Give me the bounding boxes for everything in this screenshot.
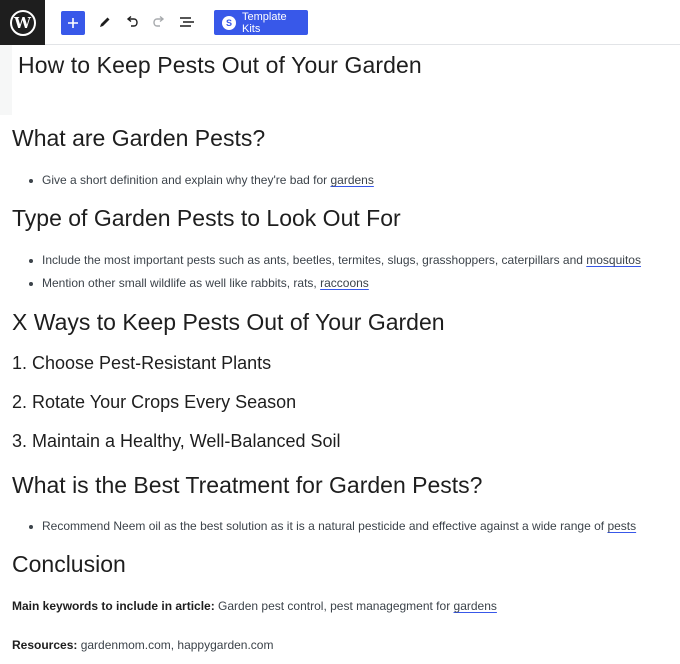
undo-button[interactable] — [121, 11, 143, 33]
list-item-text: Recommend Neem oil as the best solution … — [42, 519, 608, 533]
plus-icon — [68, 18, 78, 28]
wordpress-icon: W — [9, 9, 36, 36]
keywords-text: Garden pest control, pest managegment fo… — [214, 599, 454, 613]
resources-label: Resources: — [12, 638, 78, 652]
resources-text: gardenmom.com, happygarden.com — [77, 638, 274, 652]
bullet-list-pests: Include the most important pests such as… — [26, 249, 641, 295]
list-item-text: Include the most important pests such as… — [42, 253, 587, 267]
subheading-rotate-crops[interactable]: 2. Rotate Your Crops Every Season — [12, 392, 296, 413]
list-item[interactable]: Give a short definition and explain why … — [26, 169, 374, 192]
tools-button[interactable] — [94, 11, 116, 33]
bullet-list-definition: Give a short definition and explain why … — [26, 169, 374, 192]
pests-link[interactable]: pests — [607, 519, 636, 533]
subheading-healthy-soil[interactable]: 3. Maintain a Healthy, Well-Balanced Soi… — [12, 431, 341, 452]
list-item[interactable]: Mention other small wildlife as well lik… — [26, 272, 641, 295]
content-left-strip — [0, 45, 12, 115]
pencil-icon — [100, 17, 110, 27]
keywords-label: Main keywords to include in article: — [12, 599, 215, 613]
list-item[interactable]: Include the most important pests such as… — [26, 249, 641, 272]
undo-icon — [126, 15, 138, 27]
list-item-text: Mention other small wildlife as well lik… — [42, 276, 321, 290]
template-kits-button[interactable]: S Template Kits — [214, 10, 308, 35]
list-item-text: Give a short definition and explain why … — [42, 173, 331, 187]
gardens-link[interactable]: gardens — [330, 173, 373, 187]
list-view-icon — [180, 17, 194, 27]
heading-conclusion[interactable]: Conclusion — [12, 551, 126, 578]
raccoons-link[interactable]: raccoons — [320, 276, 369, 290]
resources-paragraph[interactable]: Resources: gardenmom.com, happygarden.co… — [12, 638, 273, 652]
heading-what-are-garden-pests[interactable]: What are Garden Pests? — [12, 125, 265, 152]
redo-icon — [153, 15, 165, 27]
redo-button[interactable] — [148, 11, 170, 33]
subheading-pest-resistant-plants[interactable]: 1. Choose Pest-Resistant Plants — [12, 353, 271, 374]
bullet-list-treatment: Recommend Neem oil as the best solution … — [26, 515, 636, 538]
document-overview-button[interactable] — [176, 11, 198, 33]
heading-types-of-pests[interactable]: Type of Garden Pests to Look Out For — [12, 205, 401, 232]
add-block-button[interactable] — [61, 11, 85, 35]
editor-toolbar: W S Template Kits — [0, 0, 680, 45]
post-title[interactable]: How to Keep Pests Out of Your Garden — [18, 52, 422, 79]
wordpress-logo-button[interactable]: W — [0, 0, 45, 45]
mosquitos-link[interactable]: mosquitos — [586, 253, 641, 267]
heading-x-ways[interactable]: X Ways to Keep Pests Out of Your Garden — [12, 309, 445, 336]
gardens-keyword-link[interactable]: gardens — [454, 599, 497, 613]
heading-best-treatment[interactable]: What is the Best Treatment for Garden Pe… — [12, 472, 482, 499]
keywords-paragraph[interactable]: Main keywords to include in article: Gar… — [12, 599, 497, 613]
list-item[interactable]: Recommend Neem oil as the best solution … — [26, 515, 636, 538]
template-kits-label: Template Kits — [242, 10, 287, 35]
template-kits-icon: S — [222, 15, 236, 30]
